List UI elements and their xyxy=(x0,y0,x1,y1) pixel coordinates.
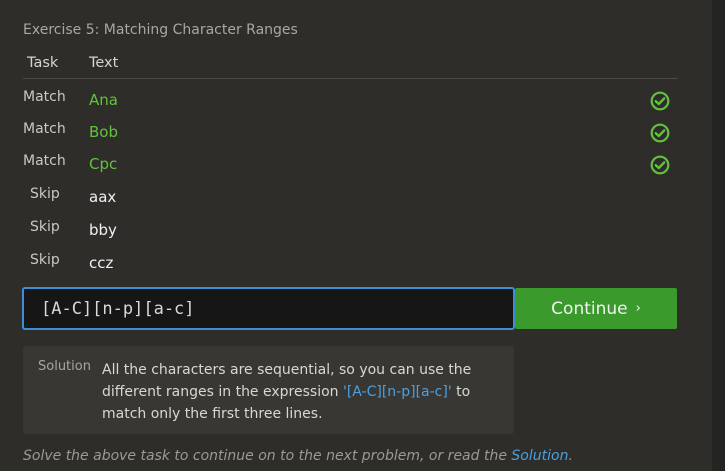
table-row: Skip aax xyxy=(0,186,712,218)
chevron-right-icon: › xyxy=(635,301,641,316)
row-task: Skip xyxy=(30,219,60,235)
solution-link[interactable]: Solution xyxy=(511,448,568,464)
row-text: bby xyxy=(89,221,117,239)
check-circle-icon xyxy=(650,123,670,143)
footer-text: Solve the above task to continue on to t… xyxy=(23,448,512,464)
task-column-header: Task xyxy=(27,55,59,71)
table-row: Match Bob xyxy=(0,121,712,153)
row-task: Match xyxy=(23,121,66,137)
exercise-title: Exercise 5: Matching Character Ranges xyxy=(23,22,298,38)
row-task: Skip xyxy=(30,252,60,268)
row-task: Match xyxy=(23,153,66,169)
header-divider xyxy=(23,78,678,79)
exercise-panel: Exercise 5: Matching Character Ranges Ta… xyxy=(0,0,712,471)
row-text: aax xyxy=(89,188,117,206)
solution-box: Solution All the characters are sequenti… xyxy=(23,346,514,434)
row-task: Skip xyxy=(30,186,60,202)
solution-label: Solution xyxy=(38,359,91,374)
regex-input[interactable] xyxy=(22,287,515,330)
text-column-header: Text xyxy=(89,55,119,71)
row-text: Bob xyxy=(89,123,118,141)
right-edge xyxy=(712,0,725,471)
solution-text: All the characters are sequential, so yo… xyxy=(102,359,502,425)
continue-label: Continue xyxy=(551,298,628,319)
table-row: Match Cpc xyxy=(0,153,712,185)
row-text: Cpc xyxy=(89,155,118,173)
table-row: Skip bby xyxy=(0,219,712,251)
solution-code: '[A-C][n-p][a-c]' xyxy=(342,384,452,400)
check-circle-icon xyxy=(650,91,670,111)
check-circle-icon xyxy=(650,155,670,175)
footer-hint: Solve the above task to continue on to t… xyxy=(23,448,573,464)
row-text: Ana xyxy=(89,91,118,109)
row-text: ccz xyxy=(89,254,114,272)
continue-button[interactable]: Continue › xyxy=(515,288,677,329)
table-row: Skip ccz xyxy=(0,252,712,284)
footer-end: . xyxy=(568,448,573,464)
row-task: Match xyxy=(23,89,66,105)
table-row: Match Ana xyxy=(0,89,712,121)
